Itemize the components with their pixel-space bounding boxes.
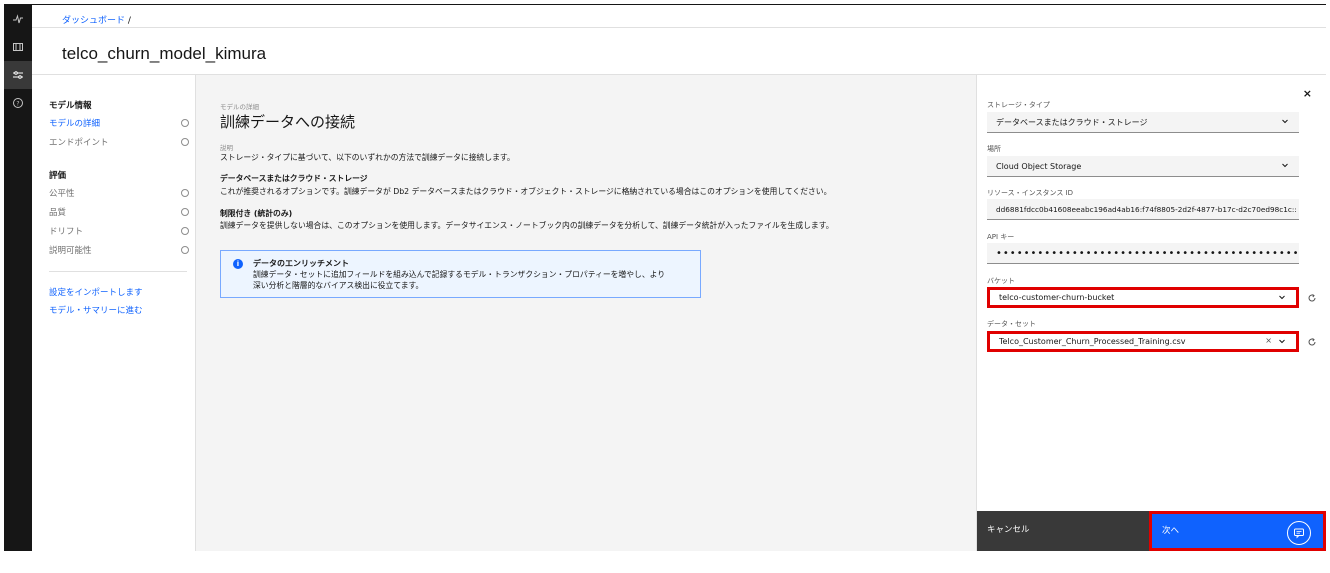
info-notification: i データのエンリッチメント 訓練データ・セットに追加フィールドを組み込んで記録… xyxy=(220,250,701,298)
nav-item-endpoints[interactable]: エンドポイント xyxy=(49,136,189,148)
clear-icon[interactable]: × xyxy=(1265,336,1272,345)
help-icon[interactable]: ? xyxy=(4,89,32,117)
next-button-label: 次へ xyxy=(1162,526,1180,536)
panel-footer: キャンセル 次へ xyxy=(977,511,1326,551)
breadcrumb-dashboard-link[interactable]: ダッシュボード xyxy=(62,16,125,26)
header-divider xyxy=(32,27,1326,28)
select-value: データベースまたはクラウド・ストレージ xyxy=(996,117,1148,127)
breadcrumb-separator: / xyxy=(127,16,131,26)
nav-section-evaluation: 評価 xyxy=(49,171,67,181)
location-label: 場所 xyxy=(987,145,1001,153)
notice-line: 訓練データ・セットに追加フィールドを組み込んで記録するモデル・トランザクション・… xyxy=(253,270,666,279)
page-header: ダッシュボード / telco_churn_model_kimura xyxy=(32,5,1326,75)
model-summary-link[interactable]: モデル・サマリーに進む xyxy=(49,304,143,316)
cancel-button[interactable]: キャンセル xyxy=(977,511,1149,551)
refresh-bucket-icon[interactable] xyxy=(1307,293,1317,303)
close-icon[interactable]: × xyxy=(1303,87,1312,100)
chevron-down-icon xyxy=(1282,119,1288,124)
select-value: telco-customer-churn-bucket xyxy=(999,293,1115,302)
nav-item-label: エンドポイント xyxy=(49,138,109,148)
breadcrumb: ダッシュボード / xyxy=(62,13,131,26)
notice-title: データのエンリッチメント xyxy=(253,259,349,268)
description-label: 説明 xyxy=(220,144,233,152)
select-value: Telco_Customer_Churn_Processed_Training.… xyxy=(999,337,1186,346)
status-circle-icon xyxy=(181,189,189,197)
nav-item-label: 公平性 xyxy=(49,189,75,199)
status-circle-icon xyxy=(181,138,189,146)
nav-item-quality[interactable]: 品質 xyxy=(49,206,189,218)
layout-icon[interactable] xyxy=(4,33,32,61)
page-title: telco_churn_model_kimura xyxy=(62,44,267,63)
app-frame: ? ダッシュボード / telco_churn_model_kimura モデル… xyxy=(4,4,1326,551)
chevron-down-icon xyxy=(1279,339,1285,344)
nav-item-label: モデルの詳細 xyxy=(49,119,101,129)
option-database-title: データベースまたはクラウド・ストレージ xyxy=(220,174,368,183)
nav-item-label: 説明可能性 xyxy=(49,246,92,256)
description-text: ストレージ・タイプに基づいて、以下のいずれかの方法で訓練データに接続します。 xyxy=(220,153,515,162)
resource-instance-label: リソース・インスタンス ID xyxy=(987,189,1074,197)
chat-icon[interactable] xyxy=(1287,521,1311,545)
refresh-dataset-icon[interactable] xyxy=(1307,337,1317,347)
nav-item-explainability[interactable]: 説明可能性 xyxy=(49,244,189,256)
status-circle-icon xyxy=(181,227,189,235)
section-breadcrumb-label: モデルの詳細 xyxy=(220,103,259,111)
status-circle-icon xyxy=(181,208,189,216)
main-content: モデルの詳細 訓練データへの接続 説明 ストレージ・タイプに基づいて、以下のいず… xyxy=(196,75,976,551)
chevron-down-icon xyxy=(1279,295,1285,300)
nav-section-model-info: モデル情報 xyxy=(49,101,92,111)
activity-icon[interactable] xyxy=(4,5,32,33)
icon-rail: ? xyxy=(4,5,32,551)
nav-item-label: ドリフト xyxy=(49,227,84,237)
chevron-down-icon xyxy=(1282,163,1288,168)
notice-line: 深い分析と階層的なバイアス検出に役立てます。 xyxy=(253,281,424,290)
connection-side-panel: × ストレージ・タイプ データベースまたはクラウド・ストレージ 場所 Cloud… xyxy=(976,75,1326,551)
nav-divider xyxy=(49,271,187,272)
select-value: Cloud Object Storage xyxy=(996,161,1082,171)
storage-type-select[interactable]: データベースまたはクラウド・ストレージ xyxy=(987,112,1299,133)
nav-item-drift[interactable]: ドリフト xyxy=(49,225,189,237)
api-key-input[interactable]: ••••••••••••••••••••••••••••••••••••••••… xyxy=(987,243,1299,264)
settings-adjust-icon[interactable] xyxy=(4,61,32,89)
dataset-select[interactable]: Telco_Customer_Churn_Processed_Training.… xyxy=(987,331,1299,352)
option-database-body: これが推奨されるオプションです。訓練データが Db2 データベースまたはクラウド… xyxy=(220,187,832,196)
notice-body: 訓練データ・セットに追加フィールドを組み込んで記録するモデル・トランザクション・… xyxy=(253,269,693,291)
location-select[interactable]: Cloud Object Storage xyxy=(987,156,1299,177)
resource-instance-input[interactable]: dd6881fdcc0b41608eeabc196ad4ab16:f74f880… xyxy=(987,199,1299,220)
bucket-select[interactable]: telco-customer-churn-bucket xyxy=(987,287,1299,308)
bucket-label: バケット xyxy=(987,277,1015,285)
nav-item-model-details[interactable]: モデルの詳細 xyxy=(49,117,189,129)
nav-item-label: 品質 xyxy=(49,208,67,218)
status-circle-icon xyxy=(181,246,189,254)
nav-item-fairness[interactable]: 公平性 xyxy=(49,187,189,199)
info-icon: i xyxy=(233,259,243,269)
main-title: 訓練データへの接続 xyxy=(220,113,356,131)
next-button[interactable]: 次へ xyxy=(1149,511,1326,551)
svg-text:?: ? xyxy=(16,100,19,107)
option-restricted-body: 訓練データを提供しない場合は、このオプションを使用します。データサイエンス・ノー… xyxy=(220,221,834,230)
status-circle-icon xyxy=(181,119,189,127)
option-restricted-title: 制限付き (統計のみ) xyxy=(220,209,293,218)
left-navigation: モデル情報 モデルの詳細 エンドポイント 評価 公平性 品質 ドリフト 説明可能… xyxy=(32,75,196,551)
import-settings-link[interactable]: 設定をインポートします xyxy=(49,286,143,298)
storage-type-label: ストレージ・タイプ xyxy=(987,101,1050,109)
dataset-label: データ・セット xyxy=(987,320,1036,328)
api-key-label: API キー xyxy=(987,233,1015,241)
